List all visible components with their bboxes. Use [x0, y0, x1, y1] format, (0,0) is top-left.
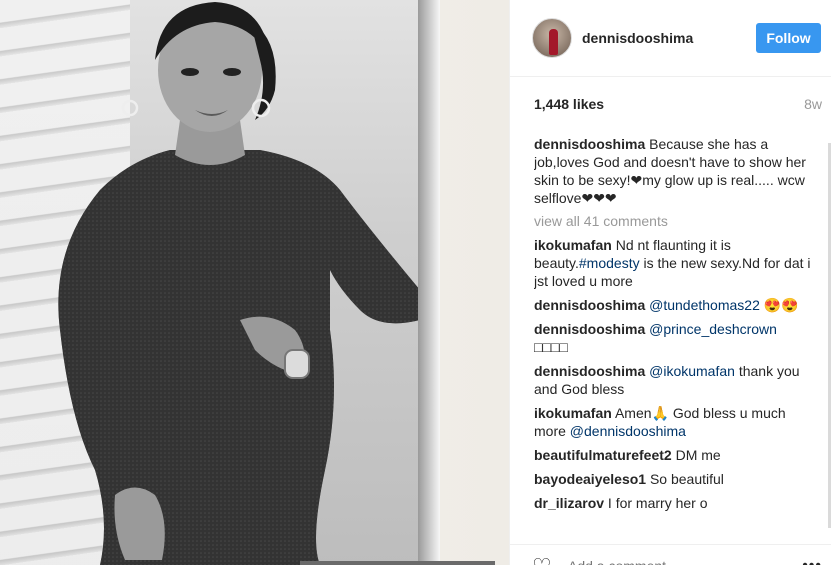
list-item: bayodeaiyeleso1 So beautiful: [534, 470, 812, 488]
header-username[interactable]: dennisdooshima: [582, 30, 693, 46]
comments-list[interactable]: dennisdooshima Because she has a job,lov…: [534, 135, 812, 527]
comment-text: □□□□: [534, 339, 568, 355]
list-item: dennisdooshima @ikokumafan thank you and…: [534, 362, 812, 398]
comment-user[interactable]: dennisdooshima: [534, 321, 645, 337]
follow-button[interactable]: Follow: [756, 23, 821, 53]
more-options-icon[interactable]: •••: [802, 557, 822, 565]
add-comment-row: ♡ •••: [510, 544, 831, 565]
comment-text: 😍😍: [759, 297, 799, 313]
comment-text: DM me: [675, 447, 721, 463]
list-item: dennisdooshima @prince_deshcrown □□□□: [534, 320, 812, 356]
list-item: beautifulmaturefeet2 DM me: [534, 446, 812, 464]
post-header: dennisdooshima Follow: [510, 0, 831, 77]
mention-link[interactable]: @prince_deshcrown: [649, 321, 777, 337]
comment-user[interactable]: dennisdooshima: [534, 363, 645, 379]
photo-wall-edge: [418, 0, 440, 565]
post-age[interactable]: 8w: [804, 96, 822, 112]
comment-user[interactable]: beautifulmaturefeet2: [534, 447, 672, 463]
photo-woman-figure: [58, 2, 420, 565]
mention-link[interactable]: @tundethomas22: [649, 297, 760, 313]
comment-user[interactable]: dr_ilizarov: [534, 495, 604, 511]
mention-link[interactable]: @dennisdooshima: [570, 423, 686, 439]
list-item: dennisdooshima @tundethomas22 😍😍: [534, 296, 812, 314]
comment-user[interactable]: ikokumafan: [534, 405, 612, 421]
caption: dennisdooshima Because she has a job,lov…: [534, 135, 812, 207]
comment-user[interactable]: ikokumafan: [534, 237, 612, 253]
avatar[interactable]: [532, 18, 572, 58]
add-comment-input[interactable]: [568, 558, 768, 565]
likes-row: 1,448 likes 8w: [534, 96, 822, 116]
view-all-comments-link[interactable]: view all 41 comments: [534, 212, 812, 230]
mention-link[interactable]: @ikokumafan: [649, 363, 735, 379]
comment-user[interactable]: dennisdooshima: [534, 297, 645, 313]
hashtag-link[interactable]: #modesty: [579, 255, 640, 271]
list-item: dr_ilizarov I for marry her o: [534, 494, 812, 512]
post-photo[interactable]: [0, 0, 509, 565]
likes-count[interactable]: 1,448 likes: [534, 96, 604, 112]
post-details-panel: dennisdooshima Follow 1,448 likes 8w den…: [509, 0, 831, 565]
comment-user[interactable]: dennisdooshima: [534, 136, 645, 152]
comment-text: I for marry her o: [607, 495, 708, 511]
avatar-figure: [549, 29, 558, 55]
comment-user[interactable]: bayodeaiyeleso1: [534, 471, 646, 487]
comment-text: So beautiful: [649, 471, 724, 487]
heart-icon[interactable]: ♡: [532, 556, 552, 565]
list-item: ikokumafan Nd nt flaunting it is beauty.…: [534, 236, 812, 290]
list-item: ikokumafan Amen🙏 God bless u much more @…: [534, 404, 812, 440]
photo-bottom-bar: [300, 561, 495, 565]
